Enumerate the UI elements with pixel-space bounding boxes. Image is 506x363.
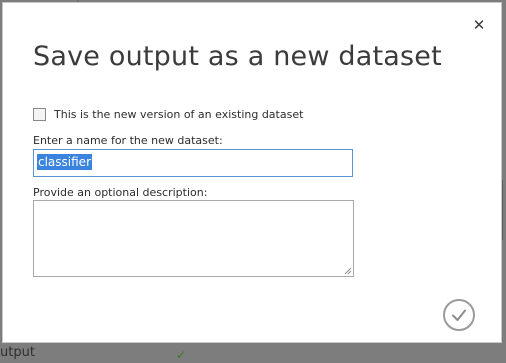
new-version-checkbox-label: This is the new version of an existing d… bbox=[54, 108, 304, 121]
close-icon[interactable]: ✕ bbox=[471, 17, 487, 33]
new-version-checkbox[interactable] bbox=[33, 108, 46, 121]
save-dataset-dialog: ✕ Save output as a new dataset This is t… bbox=[2, 2, 502, 343]
description-label: Provide an optional description: bbox=[33, 186, 208, 199]
resize-grip-icon[interactable] bbox=[344, 267, 352, 275]
dataset-name-label: Enter a name for the new dataset: bbox=[33, 134, 223, 147]
dataset-name-input[interactable]: classifier bbox=[33, 149, 353, 177]
background-connector-line bbox=[502, 180, 503, 240]
new-version-option[interactable]: This is the new version of an existing d… bbox=[33, 108, 303, 121]
background-module-label: utput bbox=[0, 345, 35, 360]
description-textarea[interactable] bbox=[33, 200, 354, 277]
green-check-icon: ✓ bbox=[176, 348, 187, 362]
dataset-name-value: classifier bbox=[37, 154, 92, 170]
confirm-button[interactable] bbox=[443, 299, 475, 331]
checkmark-icon bbox=[452, 309, 466, 321]
dialog-title: Save output as a new dataset bbox=[33, 41, 442, 72]
